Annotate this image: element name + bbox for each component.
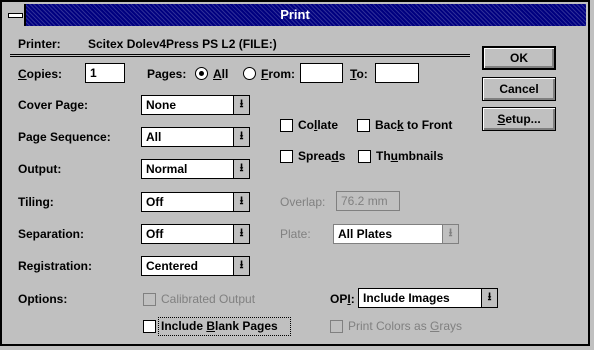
registration-value: Centered <box>146 259 199 273</box>
page-sequence-value: All <box>146 130 162 144</box>
cover-page-label: Cover Page: <box>18 98 89 112</box>
tiling-value: Off <box>146 195 164 209</box>
page-sequence-label: Page Sequence: <box>18 130 111 144</box>
pages-to-label: To: <box>350 67 368 81</box>
overlap-label: Overlap: <box>280 195 326 209</box>
separation-value: Off <box>146 227 164 241</box>
pages-to-input[interactable] <box>375 63 419 83</box>
options-label: Options: <box>18 292 68 306</box>
output-value: Normal <box>146 162 188 176</box>
opi-label: OPI: <box>330 292 355 306</box>
include-blank-pages-label: Include Blank Pages <box>161 319 278 333</box>
dropdown-arrow-icon[interactable]: ⭳ <box>233 96 249 114</box>
back-to-front-label: Back to Front <box>375 118 453 132</box>
thumbnails-label: Thumbnails <box>376 149 444 163</box>
cover-page-select[interactable]: None ⭳ <box>141 95 250 115</box>
pages-label: Pages: <box>147 67 187 81</box>
page-sequence-select[interactable]: All ⭳ <box>141 127 250 147</box>
pages-from-input[interactable] <box>300 63 343 83</box>
cancel-button[interactable]: Cancel <box>482 77 556 101</box>
copies-input[interactable]: 1 <box>85 63 125 83</box>
plate-select: All Plates ⭳ <box>333 224 459 244</box>
setup-button[interactable]: Setup... <box>482 107 556 131</box>
calibrated-output-label: Calibrated Output <box>161 292 256 306</box>
thumbnails-checkbox[interactable] <box>358 150 371 163</box>
dropdown-arrow-icon[interactable]: ⭳ <box>233 160 249 178</box>
print-colors-as-grays-checkbox <box>330 320 343 333</box>
print-colors-as-grays-label: Print Colors as Grays <box>348 319 463 333</box>
collate-label: Collate <box>298 118 339 132</box>
print-dialog: Print Printer: Scitex Dolev4Press PS L2 … <box>0 0 594 350</box>
collate-checkbox[interactable] <box>280 119 293 132</box>
spreads-label: Spreads <box>298 149 346 163</box>
pages-from-label: From: <box>261 67 296 81</box>
output-select[interactable]: Normal ⭳ <box>141 159 250 179</box>
tiling-select[interactable]: Off ⭳ <box>141 192 250 212</box>
output-label: Output: <box>18 162 62 176</box>
back-to-front-checkbox[interactable] <box>357 119 370 132</box>
pages-from-radio[interactable] <box>243 67 256 80</box>
dropdown-arrow-icon[interactable]: ⭳ <box>233 257 249 275</box>
dropdown-arrow-icon: ⭳ <box>442 225 458 243</box>
copies-label: Copies: <box>18 67 63 81</box>
include-blank-pages-checkbox[interactable] <box>143 320 156 333</box>
system-menu-icon[interactable] <box>4 4 26 26</box>
spreads-checkbox[interactable] <box>280 150 293 163</box>
separation-label: Separation: <box>18 227 85 241</box>
window-title: Print <box>280 7 310 22</box>
title-bar[interactable]: Print <box>4 4 586 26</box>
calibrated-output-checkbox <box>143 293 156 306</box>
cover-page-value: None <box>146 98 176 112</box>
registration-select[interactable]: Centered ⭳ <box>141 256 250 276</box>
plate-label: Plate: <box>280 227 311 241</box>
dropdown-arrow-icon[interactable]: ⭳ <box>233 225 249 243</box>
separator-line <box>10 54 470 57</box>
separation-select[interactable]: Off ⭳ <box>141 224 250 244</box>
printer-label: Printer: <box>18 37 61 51</box>
tiling-label: Tiling: <box>18 195 54 209</box>
pages-all-label: All <box>213 67 229 81</box>
registration-label: Registration: <box>18 259 93 273</box>
pages-all-radio[interactable] <box>195 67 208 80</box>
dropdown-arrow-icon[interactable]: ⭳ <box>481 289 497 307</box>
ok-button[interactable]: OK <box>482 46 556 70</box>
dropdown-arrow-icon[interactable]: ⭳ <box>233 128 249 146</box>
opi-value: Include Images <box>363 291 450 305</box>
dropdown-arrow-icon[interactable]: ⭳ <box>233 193 249 211</box>
plate-value: All Plates <box>338 227 393 241</box>
printer-name: Scitex Dolev4Press PS L2 (FILE:) <box>88 37 277 51</box>
overlap-input: 76.2 mm <box>336 191 400 211</box>
opi-select[interactable]: Include Images ⭳ <box>358 288 498 308</box>
